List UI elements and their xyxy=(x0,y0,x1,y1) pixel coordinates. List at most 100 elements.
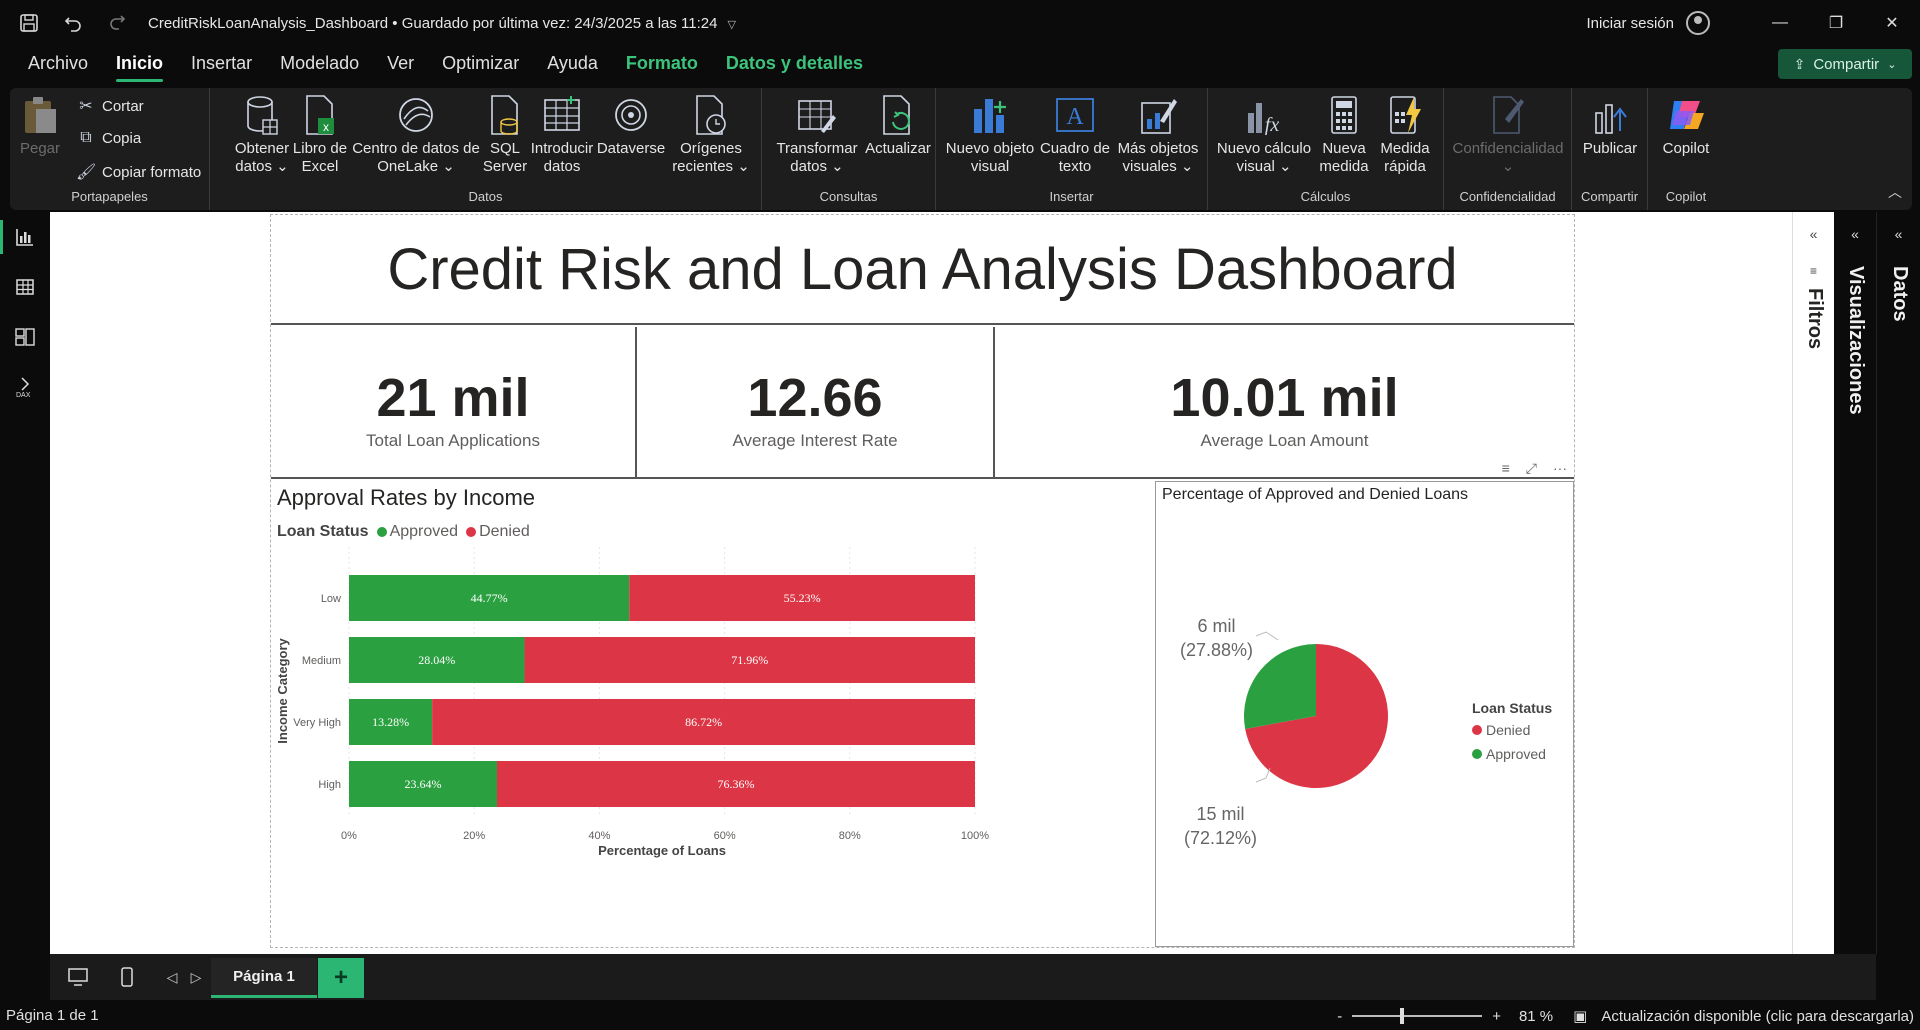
visualizations-pane[interactable]: « Visualizaciones xyxy=(1834,212,1876,954)
group-label-sensitivity: Confidencialidad xyxy=(1459,189,1556,204)
dataverse-button[interactable]: Dataverse xyxy=(596,94,666,158)
calculator-icon xyxy=(1324,94,1364,136)
tab-archivo[interactable]: Archivo xyxy=(14,46,102,86)
table-view-icon[interactable] xyxy=(0,262,50,312)
page-tab-1[interactable]: Página 1 xyxy=(211,958,317,998)
tab-insertar[interactable]: Insertar xyxy=(177,46,266,86)
sql-server-button[interactable]: SQL Server xyxy=(482,94,528,176)
expand-pane-icon[interactable]: « xyxy=(1834,226,1876,242)
tab-datos-detalles[interactable]: Datos y detalles xyxy=(712,46,877,86)
chevron-down-icon[interactable]: ▽ xyxy=(727,19,735,31)
kpi-card-loan-amount[interactable]: 10.01 mil Average Loan Amount xyxy=(995,327,1574,479)
save-icon[interactable] xyxy=(14,8,44,38)
model-view-icon[interactable] xyxy=(0,312,50,362)
filters-pane[interactable]: « ≡ Filtros xyxy=(1792,212,1834,954)
document-title[interactable]: CreditRiskLoanAnalysis_Dashboard • Guard… xyxy=(148,15,736,32)
legend-item-denied[interactable]: Denied xyxy=(1472,722,1552,738)
leader-line xyxy=(1255,767,1271,783)
mobile-layout-icon[interactable] xyxy=(112,954,142,1000)
close-icon[interactable]: ✕ xyxy=(1864,0,1920,46)
kpi-card-total-loans[interactable]: 21 mil Total Loan Applications xyxy=(271,327,635,479)
page-indicator: Página 1 de 1 xyxy=(6,1007,99,1024)
minimize-icon[interactable]: — xyxy=(1752,0,1808,46)
copilot-button[interactable]: Copilot xyxy=(1654,94,1718,158)
quick-measure-button[interactable]: Medida rápida xyxy=(1374,94,1436,176)
add-page-button[interactable]: + xyxy=(318,958,364,998)
share-label: Compartir xyxy=(1813,55,1880,73)
new-measure-label: Nueva medida xyxy=(1319,140,1369,175)
ribbon: Pegar ✂ Cortar ⧉ Copia 🖌 Copiar formato Por… xyxy=(10,88,1912,210)
pie-chart-visual[interactable]: ≡ ⤢ ··· Percentage of Approved and Denie… xyxy=(1155,460,1574,947)
group-copilot: Copilot Copilot xyxy=(1648,88,1724,210)
format-painter-button[interactable]: 🖌 Copiar formato xyxy=(76,162,201,182)
report-view-icon[interactable] xyxy=(0,212,50,262)
publish-button[interactable]: Publicar xyxy=(1578,94,1642,158)
new-visual-button[interactable]: Nuevo objeto visual xyxy=(942,94,1038,176)
more-options-icon[interactable]: ··· xyxy=(1553,460,1567,477)
tab-modelado[interactable]: Modelado xyxy=(266,46,373,86)
zoom-level[interactable]: 81 % xyxy=(1519,1008,1553,1025)
collapse-ribbon-icon[interactable]: ︿ xyxy=(1888,182,1902,202)
filter-icon[interactable]: ≡ xyxy=(1502,460,1510,477)
left-view-nav: DAX xyxy=(0,212,50,954)
refresh-button[interactable]: Actualizar xyxy=(864,94,932,158)
bar-chart-visual[interactable]: Approval Rates by Income Loan Status App… xyxy=(271,481,1153,947)
sign-in-link[interactable]: Iniciar sesión xyxy=(1586,15,1674,32)
zoom-slider[interactable] xyxy=(1352,1008,1483,1024)
database-icon xyxy=(242,94,282,136)
copy-button[interactable]: ⧉ Copia xyxy=(76,129,141,147)
textbox-button[interactable]: A Cuadro de texto xyxy=(1038,94,1112,176)
x-tick-label: 0% xyxy=(341,830,357,842)
expand-pane-icon[interactable]: « xyxy=(1793,226,1834,242)
share-button[interactable]: ⇪ Compartir ⌄ xyxy=(1778,49,1912,79)
onelake-button[interactable]: Centro de datos de OneLake ⌄ xyxy=(350,94,482,176)
new-visual-calc-button[interactable]: fx Nuevo cálculo visual ⌄ xyxy=(1214,94,1314,176)
legend-title: Loan Status xyxy=(1472,700,1553,716)
zoom-slider-thumb[interactable] xyxy=(1400,1008,1405,1024)
tab-ayuda[interactable]: Ayuda xyxy=(533,46,612,86)
pie-slice[interactable] xyxy=(1244,644,1316,729)
zoom-in-button[interactable]: + xyxy=(1492,1008,1501,1025)
avatar[interactable] xyxy=(1686,11,1710,35)
x-tick-label: 40% xyxy=(588,830,610,842)
cut-button[interactable]: ✂ Cortar xyxy=(76,96,143,116)
recent-sources-button[interactable]: Orígenes recientes ⌄ xyxy=(666,94,756,176)
update-available-link[interactable]: Actualización disponible (clic para desc… xyxy=(1601,1008,1914,1025)
format-painter-label: Copiar formato xyxy=(102,163,202,181)
restore-icon[interactable]: ❐ xyxy=(1808,0,1864,46)
report-title[interactable]: Credit Risk and Loan Analysis Dashboard xyxy=(271,215,1574,325)
sensitivity-button[interactable]: Confidencialidad ⌄ xyxy=(1448,94,1568,176)
zoom-out-button[interactable]: - xyxy=(1337,1008,1342,1025)
group-clipboard: Pegar ✂ Cortar ⧉ Copia 🖌 Copiar formato Por… xyxy=(10,88,210,210)
share-icon: ⇪ xyxy=(1793,55,1806,72)
redo-icon[interactable] xyxy=(102,8,132,38)
pie-legend: Loan Status Denied Approved xyxy=(1472,700,1552,770)
kpi-card-interest-rate[interactable]: 12.66 Average Interest Rate xyxy=(637,327,993,479)
tab-optimizar[interactable]: Optimizar xyxy=(428,46,533,86)
expand-pane-icon[interactable]: « xyxy=(1877,226,1920,242)
data-pane[interactable]: « Datos xyxy=(1876,212,1920,954)
paste-button[interactable]: Pegar xyxy=(18,94,62,158)
legend-item-approved[interactable]: Approved xyxy=(1472,746,1552,762)
tab-ver[interactable]: Ver xyxy=(373,46,428,86)
enter-data-button[interactable]: Introducir datos xyxy=(528,94,596,176)
fit-page-icon[interactable]: ▣ xyxy=(1573,1007,1587,1025)
transform-data-button[interactable]: Transformar datos ⌄ xyxy=(770,94,864,176)
excel-button[interactable]: x Libro de Excel xyxy=(292,94,348,176)
new-measure-button[interactable]: Nueva medida xyxy=(1314,94,1374,176)
dax-query-view-icon[interactable]: DAX xyxy=(0,362,50,412)
menu-bar: Archivo Inicio Insertar Modelado Ver Opt… xyxy=(0,46,1920,86)
previous-page-icon[interactable]: ◁ xyxy=(162,954,182,1000)
next-page-icon[interactable]: ▷ xyxy=(186,954,206,1000)
tab-inicio[interactable]: Inicio xyxy=(102,46,177,86)
undo-icon[interactable] xyxy=(58,8,88,38)
tab-formato[interactable]: Formato xyxy=(612,46,712,86)
desktop-layout-icon[interactable] xyxy=(58,954,98,1000)
paste-label: Pegar xyxy=(19,140,61,157)
get-data-button[interactable]: Obtener datos ⌄ xyxy=(232,94,292,176)
group-label-insert: Insertar xyxy=(1049,189,1094,204)
focus-mode-icon[interactable]: ⤢ xyxy=(1526,460,1537,477)
more-visuals-button[interactable]: Más objetos visuales ⌄ xyxy=(1112,94,1204,176)
quick-measure-icon xyxy=(1385,94,1425,136)
brush-icon: 🖌 xyxy=(76,164,97,181)
